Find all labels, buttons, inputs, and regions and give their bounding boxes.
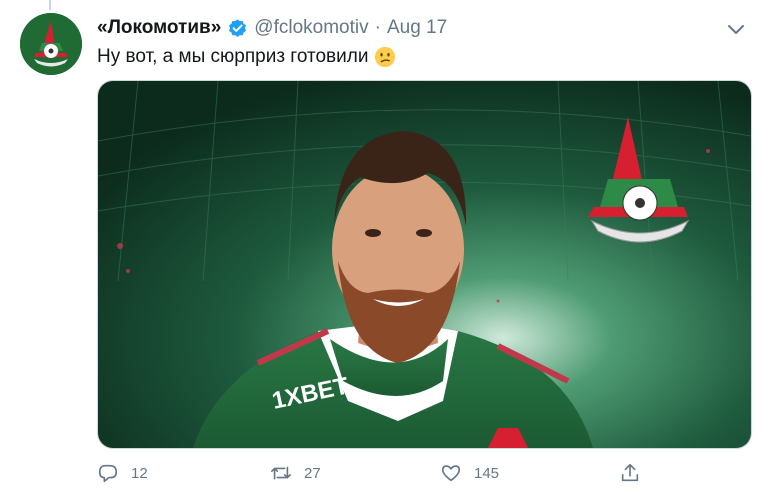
- retweet-button[interactable]: 27: [270, 458, 321, 488]
- like-icon: [441, 465, 461, 482]
- reply-count: 12: [131, 464, 148, 482]
- retweet-icon: [271, 466, 291, 480]
- chevron-down-icon[interactable]: [724, 17, 748, 41]
- separator-dot: ·: [374, 17, 381, 38]
- tweet-text: Ну вот, а мы сюрприз готовили: [97, 45, 396, 69]
- display-name[interactable]: «Локомотив»: [97, 17, 221, 39]
- tweet-actions: 12 27 145: [97, 458, 657, 488]
- confused-face-emoji-icon: [375, 46, 396, 68]
- verified-badge-icon: [229, 18, 247, 37]
- like-button[interactable]: 145: [440, 458, 499, 488]
- lokomotiv-logo-icon: [20, 13, 82, 75]
- player-photo: 1XBET: [98, 81, 751, 448]
- share-icon: [621, 463, 639, 482]
- tweet-text-content: Ну вот, а мы сюрприз готовили: [97, 46, 369, 67]
- thread-line: [49, 0, 51, 10]
- reply-button[interactable]: 12: [97, 458, 148, 488]
- retweet-count: 27: [304, 464, 321, 482]
- handle[interactable]: @fclokomotiv: [254, 17, 368, 39]
- avatar[interactable]: [20, 13, 82, 75]
- like-count: 145: [474, 464, 500, 482]
- share-button[interactable]: [619, 458, 641, 488]
- tweet-header: «Локомотив» @fclokomotiv · Aug 17: [97, 15, 754, 41]
- tweet-media-image[interactable]: 1XBET: [97, 80, 752, 449]
- tweet-date[interactable]: Aug 17: [387, 17, 447, 39]
- reply-icon: [98, 464, 118, 483]
